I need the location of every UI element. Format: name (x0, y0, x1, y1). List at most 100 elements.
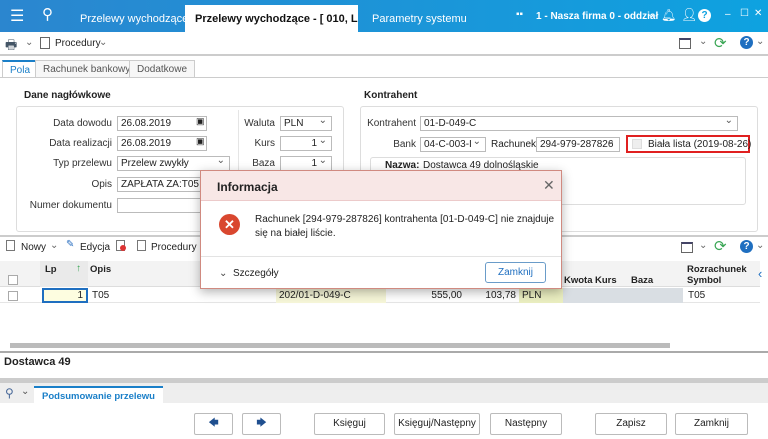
close-button[interactable]: Zamknij (675, 413, 748, 435)
refresh-icon[interactable]: ⟳ (714, 34, 727, 52)
edit-icon: ✎ (66, 239, 75, 250)
chevron-down-icon[interactable]: ⌄ (756, 240, 764, 251)
next-arrow-button[interactable]: 🡆 (242, 413, 281, 435)
help-icon[interactable]: ? (740, 36, 753, 49)
delete-icon[interactable] (116, 240, 126, 251)
user-icon[interactable]: 👤︎ (681, 7, 698, 23)
label: Numer dokumentu (29, 200, 112, 211)
column-opis[interactable]: Opis (90, 264, 111, 275)
calendar-icon[interactable]: ▣ (196, 136, 205, 147)
label: Bank (393, 139, 416, 150)
bank-select[interactable]: 04-C-003-I (420, 137, 486, 152)
tab-podsumowanie[interactable]: Podsumowanie przelewu (34, 386, 163, 403)
window-settings-icon[interactable] (679, 38, 691, 49)
tab-dodatkowe[interactable]: Dodatkowe (129, 60, 196, 78)
opis-cell: T05 (92, 290, 110, 301)
label: Opis (91, 179, 112, 190)
label: Waluta (244, 118, 275, 129)
sort-asc-icon: ↑ (76, 263, 81, 274)
column-rozrachunek[interactable]: Rozrachunek (687, 264, 747, 275)
next-button[interactable]: Następny (490, 413, 562, 435)
procedures-icon (137, 240, 146, 251)
search-icon[interactable]: ⚲ (42, 5, 53, 23)
chevron-down-icon[interactable]: ⌄ (99, 37, 107, 48)
section-title: Dane nagłówkowe (24, 90, 111, 101)
column-lp[interactable]: Lp (45, 264, 57, 275)
company-selector[interactable]: 1 - Nasza firma 0 - oddział (536, 11, 658, 22)
waluta-select[interactable]: PLN (280, 116, 332, 131)
biala-lista-checkbox[interactable] (632, 139, 642, 149)
kwota-pln-cell: 103,78 (485, 290, 516, 301)
column-symbol[interactable]: Symbol (687, 275, 721, 286)
empty-cell (563, 288, 683, 303)
columns-icon[interactable] (681, 242, 693, 253)
save-button[interactable]: Zapisz (595, 413, 667, 435)
close-icon[interactable]: ✕ (543, 177, 555, 194)
edit-button[interactable]: Edycja (80, 242, 110, 253)
chevron-down-icon[interactable]: ⌄ (699, 240, 707, 251)
information-dialog: Informacja ✕ ✕ Rachunek [294-979-287826]… (200, 170, 562, 289)
tab-przelewy-wychodzace[interactable]: Przelewy wychodzące (80, 13, 188, 25)
symbol-cell: T05 (688, 290, 706, 301)
kurs-field[interactable]: 1 (280, 136, 332, 151)
lp-cell[interactable]: 1 (42, 288, 88, 303)
dialog-message: Rachunek [294-979-287826] kontrahenta [0… (255, 214, 555, 225)
chevron-down-icon[interactable]: ⌄ (647, 9, 655, 20)
column-kurs[interactable]: Kurs (595, 275, 617, 286)
post-button[interactable]: Księguj (314, 413, 385, 435)
label: Kurs (254, 138, 275, 149)
close-window-icon[interactable]: ✕ (754, 8, 762, 19)
baza-field[interactable]: 1 (280, 156, 332, 171)
select-all-checkbox[interactable] (8, 275, 18, 285)
label: Kontrahent (367, 118, 416, 129)
procedures-button[interactable]: Procedury (151, 242, 197, 253)
previous-button[interactable]: 🡄 (194, 413, 233, 435)
chevron-down-icon[interactable]: ⌄ (219, 268, 227, 279)
post-next-button[interactable]: Księguj/Następny (394, 413, 480, 435)
dialog-close-button[interactable]: Zamknij (485, 262, 546, 283)
dialog-title: Informacja (217, 180, 278, 194)
label: Data dowodu (53, 118, 112, 129)
main-toolbar: 🖶 ⌄ Procedury ⌄ ⌄ ⟳ ? ⌄ (0, 32, 768, 56)
typ-przelewu-select[interactable]: Przelew zwykły (117, 156, 230, 171)
horizontal-scrollbar[interactable] (10, 343, 670, 348)
tab-pola[interactable]: Pola (2, 60, 39, 78)
rachunek-select[interactable]: 294-979-287826 (536, 137, 620, 152)
biala-lista-label: Biała lista (2019-08-26) (648, 139, 752, 150)
chevron-down-icon[interactable]: ⌄ (756, 36, 764, 47)
data-dowodu-field[interactable]: 26.08.2019 (117, 116, 207, 131)
data-realizacji-field[interactable]: 26.08.2019 (117, 136, 207, 151)
error-icon: ✕ (219, 214, 240, 235)
kontrahent-select[interactable]: 01-D-049-C (420, 116, 738, 131)
chevron-down-icon[interactable]: ⌄ (699, 36, 707, 47)
calendar-icon[interactable]: ▣ (196, 116, 205, 127)
maximize-icon[interactable]: ☐ (740, 8, 749, 19)
label: Baza (252, 158, 275, 169)
chevron-down-icon[interactable]: ⌄ (50, 240, 58, 251)
apps-grid-icon[interactable]: ▪▪ (516, 9, 523, 20)
search-panel-icon[interactable]: ⚲ (5, 386, 14, 400)
chevron-down-icon[interactable]: ⌄ (25, 37, 33, 48)
label: Data realizacji (49, 138, 112, 149)
biala-lista-highlight: Biała lista (2019-08-26) (626, 135, 752, 153)
menu-icon[interactable]: ☰ (10, 6, 24, 26)
tab-parametry-systemu[interactable]: Parametry systemu (372, 13, 467, 25)
refresh-icon[interactable]: ⟳ (714, 237, 727, 255)
tab-rachunek-bankowy[interactable]: Rachunek bankowy (35, 60, 139, 78)
column-kwota[interactable]: Kwota (564, 275, 593, 286)
tab-przelewy-document[interactable]: Przelewy wychodzące - [ 010, LK01, (185, 5, 358, 32)
column-baza[interactable]: Baza (631, 275, 653, 286)
help-icon[interactable]: ? (740, 240, 753, 253)
help-icon[interactable]: ? (698, 9, 711, 22)
chevron-down-icon[interactable]: ⌄ (21, 386, 29, 397)
printer-icon[interactable]: 🖶 (5, 36, 17, 58)
details-toggle[interactable]: Szczegóły (233, 268, 279, 279)
dialog-message-2: się na białej liście. (255, 228, 336, 239)
procedures-button[interactable]: Procedury (55, 38, 101, 49)
minimize-icon[interactable]: – (725, 9, 731, 20)
collapse-left-icon[interactable]: ‹ (758, 266, 762, 281)
waluta-cell: PLN (519, 288, 563, 303)
row-checkbox[interactable] (8, 291, 18, 301)
bell-icon[interactable]: 🔔︎ (661, 8, 676, 22)
new-button[interactable]: Nowy (21, 242, 46, 253)
